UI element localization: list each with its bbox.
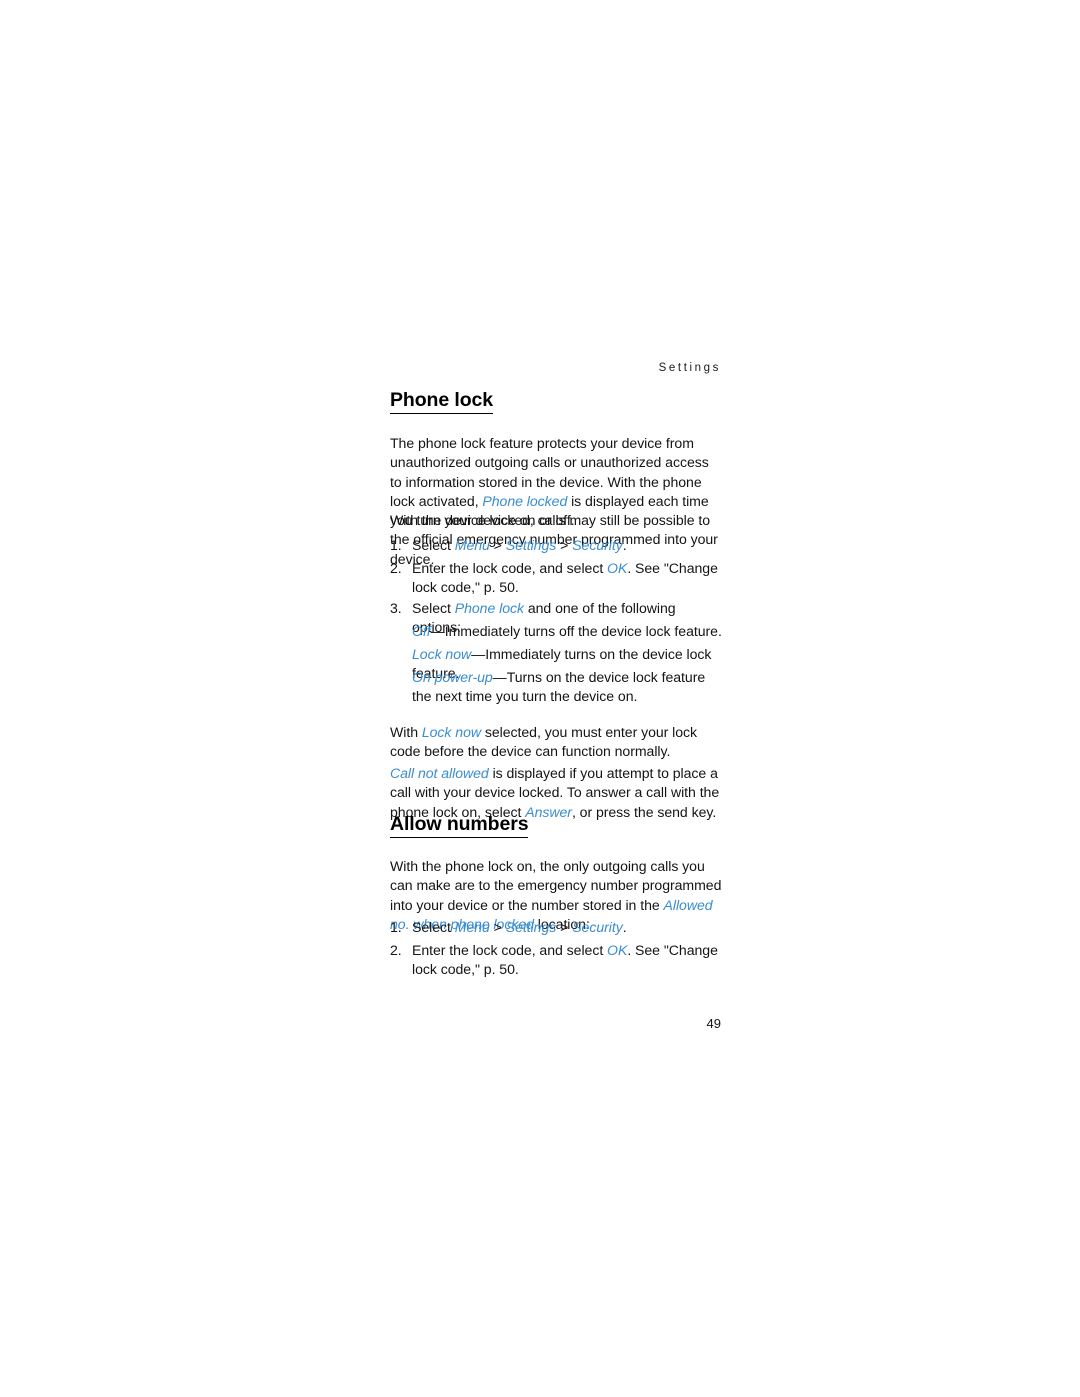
section-heading-allow-numbers-wrap: Allow numbers: [390, 812, 721, 838]
paragraph-lock-now-note: With Lock now selected, you must enter y…: [390, 723, 723, 762]
ui-term-off: Off: [412, 623, 431, 639]
step-separator-2: >: [556, 537, 573, 553]
ui-term-settings: Settings: [505, 537, 557, 553]
step-separator: >: [489, 537, 506, 553]
ui-term-lock-now-2: Lock now: [421, 724, 482, 741]
step-text: Enter the lock code, and select: [412, 942, 608, 958]
ui-term-ok-2: OK: [607, 942, 628, 958]
ui-term-security: Security: [572, 537, 623, 553]
option-on-power-up: On power-up—Turns on the device lock fea…: [412, 668, 723, 707]
list-item-step-2: 2. Enter the lock code, and select OK. Se…: [390, 559, 723, 598]
ui-term-menu: Menu: [454, 537, 490, 553]
list-number: 1.: [390, 537, 402, 553]
step-separator-2: >: [556, 919, 573, 935]
list-number: 2.: [390, 560, 402, 576]
paragraph-text: With: [390, 724, 422, 741]
section-heading-allow-numbers: Allow numbers: [390, 812, 529, 838]
ui-term-security-2: Security: [572, 919, 623, 935]
ui-term-call-not-allowed: Call not allowed: [390, 765, 489, 782]
option-off: Off—Immediately turns off the device loc…: [412, 622, 723, 641]
step-separator: >: [489, 919, 506, 935]
list-item-step-1: 1. Select Menu > Settings > Security.: [390, 536, 723, 555]
list-item-allow-step-2: 2. Enter the lock code, and select OK. Se…: [390, 941, 723, 980]
step-text-tail: .: [622, 537, 627, 553]
ui-term-menu-2: Menu: [454, 919, 490, 935]
manual-page: Settings Phone lock The phone lock featu…: [0, 0, 1080, 1397]
step-text-tail: .: [622, 919, 627, 935]
ui-term-phone-locked: Phone locked: [482, 492, 568, 509]
step-text: Select: [412, 600, 455, 616]
section-heading-phone-lock-wrap: Phone lock: [390, 388, 721, 414]
list-number: 2.: [390, 942, 402, 958]
running-header: Settings: [658, 362, 721, 374]
step-text: Select: [412, 537, 455, 553]
ui-term-phone-lock: Phone lock: [454, 600, 524, 616]
list-number: 1.: [390, 919, 402, 935]
step-text: Enter the lock code, and select: [412, 560, 608, 576]
ui-term-settings-2: Settings: [505, 919, 557, 935]
section-heading-phone-lock: Phone lock: [390, 388, 493, 414]
ui-term-ok: OK: [607, 560, 628, 576]
list-item-allow-step-1: 1. Select Menu > Settings > Security.: [390, 918, 723, 937]
list-number: 3.: [390, 600, 402, 616]
option-description: —Immediately turns off the device lock f…: [430, 623, 722, 639]
page-number: 49: [706, 1016, 721, 1031]
step-text: Select: [412, 919, 455, 935]
ui-term-on-power-up: On power-up: [412, 669, 493, 685]
ui-term-lock-now: Lock now: [412, 646, 472, 662]
